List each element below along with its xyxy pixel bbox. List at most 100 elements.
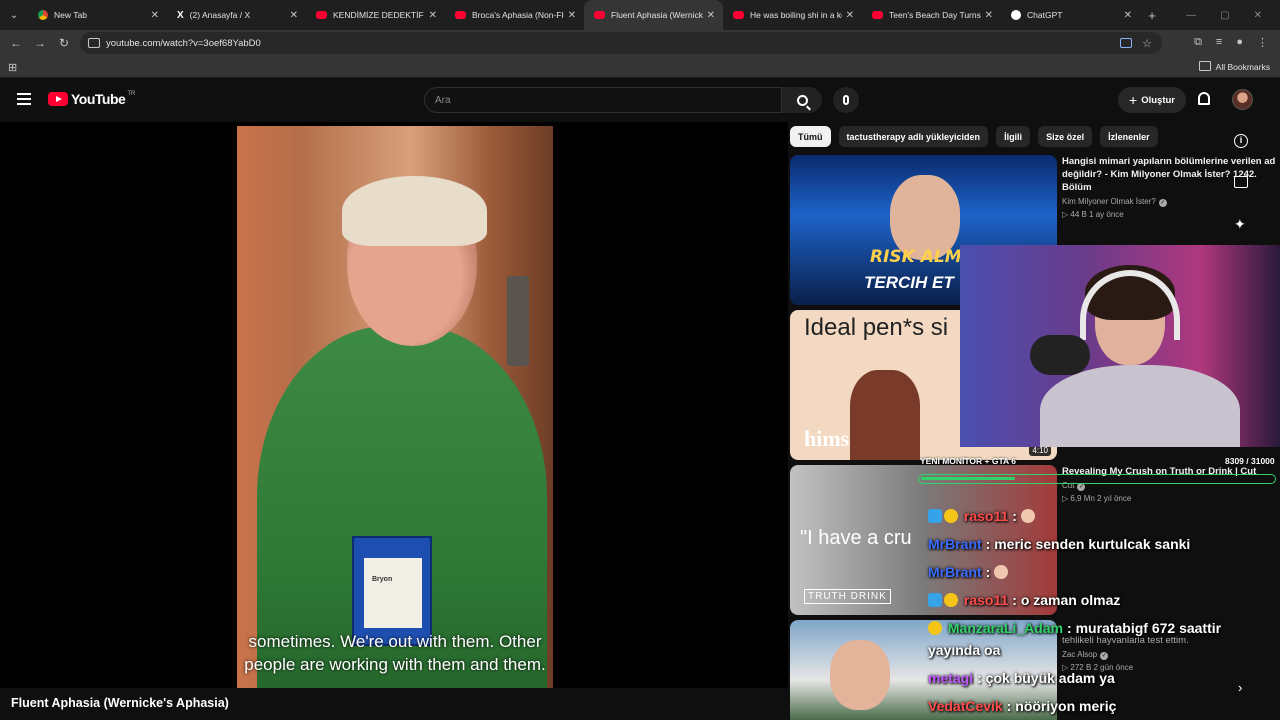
- microphone-icon: [843, 95, 849, 105]
- youtube-icon: [733, 11, 744, 19]
- close-icon[interactable]: ✕: [846, 10, 854, 21]
- video-frame: Bryon: [237, 126, 553, 688]
- url-field[interactable]: youtube.com/watch?v=3oef68YabD0 ☆: [80, 32, 1162, 54]
- apps-grid-icon[interactable]: ⊞: [8, 61, 17, 74]
- extensions-icon[interactable]: ⧉: [1194, 36, 1202, 49]
- all-bookmarks-link[interactable]: All Bookmarks: [1199, 61, 1270, 72]
- youtube-logo[interactable]: YouTube TR: [48, 91, 135, 107]
- chat-username: VedatCevik: [928, 698, 1003, 714]
- chat-text: : nööriyon meriç: [1006, 698, 1117, 714]
- close-icon[interactable]: ✕: [429, 10, 437, 21]
- notifications-bell-icon[interactable]: [1198, 92, 1210, 105]
- door-handle: [507, 276, 529, 366]
- verified-icon: ✓: [1158, 199, 1167, 207]
- voice-search-button[interactable]: [833, 87, 859, 113]
- badge-name: Bryon: [372, 576, 393, 583]
- streamer-shirt: [1040, 365, 1240, 447]
- tab-label: Teen's Beach Day Turns In: [889, 10, 981, 20]
- reload-icon[interactable]: ↻: [52, 36, 76, 50]
- new-tab-button[interactable]: +: [1140, 8, 1164, 23]
- chip-watched[interactable]: İzlenenler: [1100, 126, 1158, 147]
- create-label: Oluştur: [1141, 94, 1175, 106]
- bookmark-star-icon[interactable]: ☆: [1142, 37, 1152, 50]
- region-code: TR: [127, 91, 136, 97]
- thumbnail-brand: hims: [804, 426, 850, 451]
- thumbnail-text: "I have a cru: [800, 527, 912, 549]
- plus-icon: +: [1129, 92, 1138, 108]
- recommendation-title[interactable]: Hangisi mimari yapıların bölümlerine ver…: [1062, 155, 1280, 194]
- chatgpt-icon: [1011, 10, 1021, 20]
- menu-hamburger-icon[interactable]: [17, 93, 31, 105]
- browser-tab[interactable]: ChatGPT ✕: [1001, 0, 1140, 30]
- recommendation-meta: tehlikeli hayvanlarla test ettim. Zac Al…: [1062, 634, 1280, 672]
- browser-tab[interactable]: X (2) Anasayfa / X ✕: [167, 0, 306, 30]
- browser-tab[interactable]: He was boiling shi in a ke ✕: [723, 0, 862, 30]
- recommendation-meta: Revealing My Crush on Truth or Drink | C…: [1062, 465, 1280, 503]
- browser-tab[interactable]: Broca's Aphasia (Non-Flu ✕: [445, 0, 584, 30]
- search-input[interactable]: Ara: [424, 87, 782, 113]
- site-info-icon[interactable]: [88, 38, 100, 48]
- browser-tab[interactable]: KENDİMİZE DEDEKTİF TU ✕: [306, 0, 445, 30]
- back-icon[interactable]: ←: [4, 36, 28, 50]
- badge-icon: [928, 593, 942, 607]
- avatar[interactable]: [1232, 89, 1253, 110]
- chat-message: MrBrant:: [928, 564, 1010, 580]
- chat-message: VedatCevik: nööriyon meriç: [928, 698, 1116, 714]
- chip-all[interactable]: Tümü: [790, 126, 831, 147]
- bookmarks-bar: ⊞ All Bookmarks: [0, 56, 1280, 78]
- channel-name[interactable]: Zac Alsop ✓: [1062, 650, 1280, 660]
- emote-icon: [1020, 509, 1035, 523]
- video-title: Fluent Aphasia (Wernicke's Aphasia): [11, 696, 229, 710]
- cast-icon[interactable]: [1120, 38, 1132, 48]
- reading-list-icon[interactable]: ≡: [1216, 36, 1222, 49]
- channel-label: Kim Milyoner Olmak İster?: [1062, 197, 1156, 206]
- video-stats: ▷ 6,9 Mn 2 yıl önce: [1062, 494, 1132, 503]
- close-icon[interactable]: ✕: [985, 10, 993, 21]
- channel-name[interactable]: Kim Milyoner Olmak İster? ✓: [1062, 197, 1280, 207]
- browser-tab[interactable]: New Tab ✕: [28, 0, 167, 30]
- close-icon[interactable]: ✕: [151, 10, 159, 21]
- recommendation-meta: Hangisi mimari yapıların bölümlerine ver…: [1062, 155, 1280, 219]
- url-text: youtube.com/watch?v=3oef68YabD0: [106, 37, 261, 49]
- youtube-icon: [872, 11, 883, 19]
- chat-text: :: [985, 564, 991, 580]
- thumbnail-figure: [830, 640, 890, 710]
- subtitle-line: sometimes. We're out with them. Other: [248, 632, 542, 651]
- close-window-icon[interactable]: ✕: [1254, 10, 1262, 21]
- youtube-play-icon: [48, 92, 68, 106]
- profile-icon[interactable]: ●: [1236, 36, 1243, 49]
- chip-related[interactable]: İlgili: [996, 126, 1031, 147]
- chip-uploader[interactable]: tactustherapy adlı yükleyiciden: [838, 126, 989, 147]
- close-icon[interactable]: ✕: [707, 10, 715, 21]
- stream-goal-progress: [918, 474, 1276, 484]
- chat-text: :: [1012, 508, 1017, 524]
- chat-username: raso11: [963, 592, 1009, 608]
- badge-icon: [928, 509, 942, 523]
- minimize-icon[interactable]: —: [1186, 10, 1196, 21]
- video-player[interactable]: Bryon sometimes. We're out with them. Ot…: [0, 122, 788, 688]
- chrome-icon: [38, 10, 48, 20]
- tab-search-icon[interactable]: ⌄: [0, 0, 28, 30]
- close-icon[interactable]: ✕: [568, 10, 576, 21]
- search-placeholder: Ara: [435, 94, 451, 106]
- thumbnail-text: TERCIH ET: [864, 273, 954, 292]
- close-icon[interactable]: ✕: [290, 10, 298, 21]
- browser-tab[interactable]: Teen's Beach Day Turns In ✕: [862, 0, 1001, 30]
- chat-message: raso11: o zaman olmaz: [928, 592, 1120, 608]
- thumbnail-figure: [850, 370, 920, 460]
- search-button[interactable]: [782, 87, 822, 113]
- browser-toolbar: ⧉ ≡ ● ⋮: [1194, 36, 1268, 49]
- youtube-header: YouTube TR Ara + Oluştur: [0, 78, 1280, 122]
- chevron-right-icon[interactable]: ›: [1238, 680, 1242, 695]
- maximize-icon[interactable]: ▢: [1220, 10, 1229, 21]
- create-button[interactable]: + Oluştur: [1118, 87, 1186, 113]
- menu-icon[interactable]: ⋮: [1257, 36, 1268, 49]
- chip-for-you[interactable]: Size özel: [1038, 126, 1093, 147]
- forward-icon[interactable]: →: [28, 36, 52, 50]
- info-icon[interactable]: i: [1234, 134, 1248, 148]
- browser-tab-active[interactable]: Fluent Aphasia (Wernicke ✕: [584, 0, 723, 30]
- youtube-icon: [594, 11, 605, 19]
- chat-text: : muratabigf 672 saattir: [1067, 620, 1222, 636]
- close-icon[interactable]: ✕: [1124, 10, 1132, 21]
- chat-username: metagi: [928, 670, 974, 686]
